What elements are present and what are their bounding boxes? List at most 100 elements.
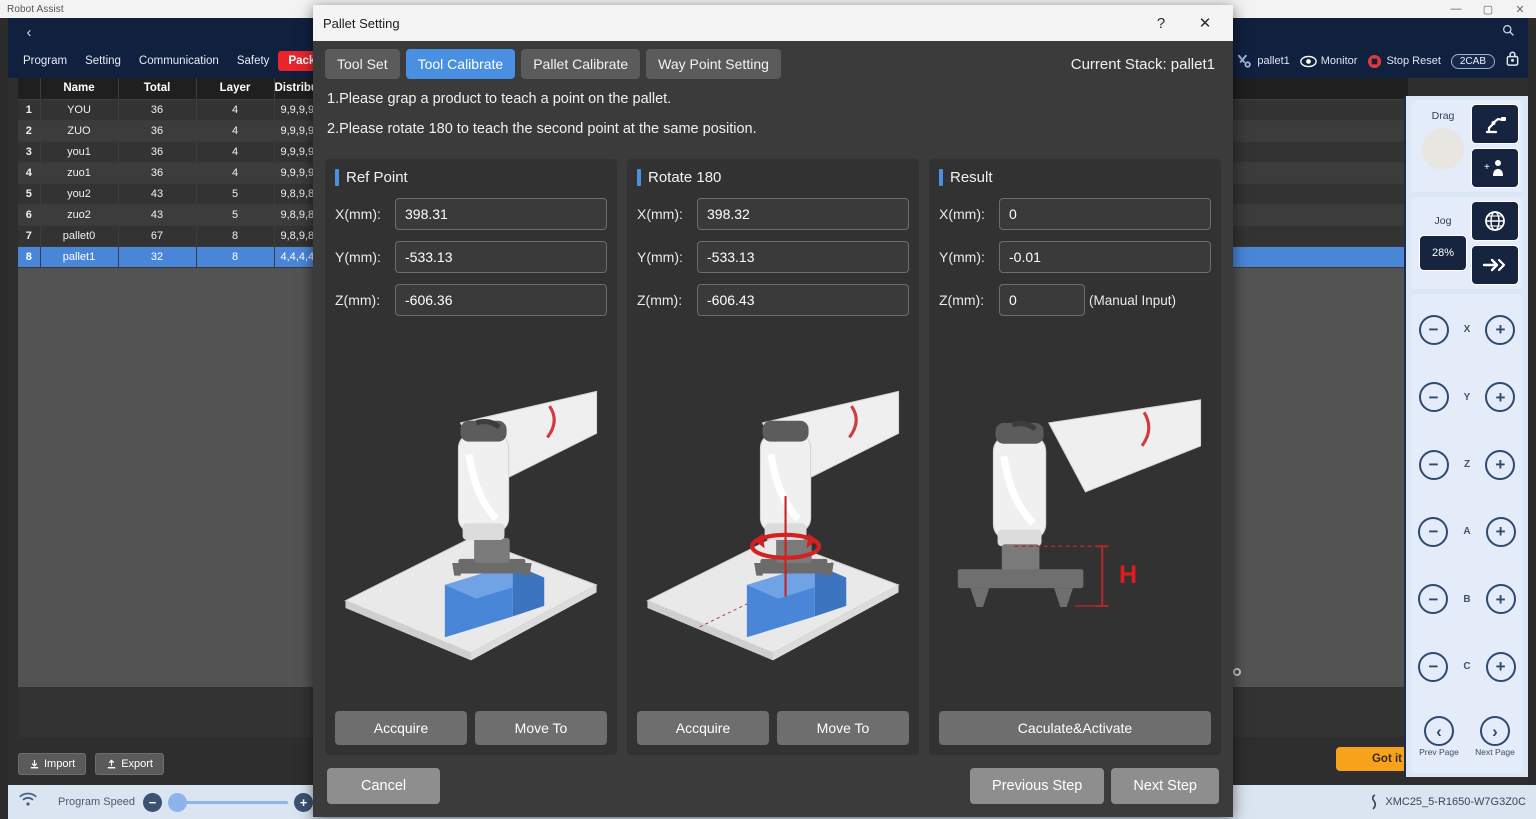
ref-acquire-button[interactable]: Accquire xyxy=(335,711,467,745)
axis-y-label: Y xyxy=(1463,391,1471,403)
axis-c-plus-button[interactable]: + xyxy=(1485,651,1516,682)
cell-name: you2 xyxy=(40,183,119,205)
menu-item-communication[interactable]: Communication xyxy=(130,52,228,70)
jog-percent-button[interactable]: 28% xyxy=(1419,235,1467,271)
field-res-x-input[interactable] xyxy=(999,198,1211,230)
globe-icon[interactable] xyxy=(1471,201,1519,241)
tool-pallet-action[interactable]: pallet1 xyxy=(1237,54,1290,68)
monitor-action[interactable]: Monitor xyxy=(1299,55,1357,68)
tab-tool-calibrate[interactable]: Tool Calibrate xyxy=(405,49,516,79)
drag-handle[interactable] xyxy=(1422,128,1464,170)
manual-input-note: (Manual Input) xyxy=(1089,292,1177,308)
axis-z-minus-button[interactable]: − xyxy=(1418,449,1449,480)
axis-x-plus-button[interactable]: + xyxy=(1485,314,1516,345)
cell-layer: 8 xyxy=(196,246,275,268)
menu-item-setting[interactable]: Setting xyxy=(76,52,130,70)
close-button[interactable]: ✕ xyxy=(1504,0,1536,18)
field-res-x-label: X(mm): xyxy=(939,206,985,222)
menu-item-safety[interactable]: Safety xyxy=(228,52,279,70)
axis-b-minus-button[interactable]: − xyxy=(1418,584,1449,615)
back-icon[interactable]: ‹ xyxy=(18,22,40,42)
speed-increase-button[interactable]: + xyxy=(294,792,314,812)
wifi-icon[interactable] xyxy=(18,792,38,812)
cancel-button[interactable]: Cancel xyxy=(327,768,441,804)
field-res-y: Y(mm): xyxy=(939,241,1211,273)
th-total[interactable]: Total xyxy=(118,78,197,100)
next-page-button[interactable]: › Next Page xyxy=(1475,716,1515,757)
cell-total: 43 xyxy=(118,183,197,205)
import-button[interactable]: Import xyxy=(18,753,87,775)
field-rot-y: Y(mm): xyxy=(637,241,909,273)
dialog-close-button[interactable]: ✕ xyxy=(1183,6,1227,40)
rotate-move-to-button[interactable]: Move To xyxy=(777,711,909,745)
field-ref-y-label: Y(mm): xyxy=(335,249,381,265)
fast-forward-icon[interactable] xyxy=(1471,245,1519,285)
dialog-help-button[interactable]: ? xyxy=(1139,6,1183,40)
minimize-button[interactable]: — xyxy=(1440,0,1472,18)
program-speed-label: Program Speed xyxy=(58,796,136,808)
axis-b-plus-button[interactable]: + xyxy=(1485,584,1516,615)
export-icon xyxy=(108,759,116,768)
cell-total: 36 xyxy=(118,141,197,163)
mode-chip[interactable]: 2CAB xyxy=(1450,53,1495,69)
stop-reset-action[interactable]: Stop Reset xyxy=(1367,54,1441,69)
axis-row-x: − X + xyxy=(1411,310,1523,350)
field-rot-z-input[interactable] xyxy=(697,284,909,316)
illustration-arm-on-pallet xyxy=(335,331,607,703)
axis-c-minus-button[interactable]: − xyxy=(1418,651,1449,682)
axis-x-minus-button[interactable]: − xyxy=(1418,314,1449,345)
th-layer[interactable]: Layer xyxy=(196,78,275,100)
calculate-activate-button[interactable]: Caculate&Activate xyxy=(939,711,1211,745)
axis-row-c: − C + xyxy=(1411,647,1523,687)
tools-icon xyxy=(1238,54,1252,68)
rotate-acquire-button[interactable]: Accquire xyxy=(637,711,769,745)
prev-page-button[interactable]: ‹ Prev Page xyxy=(1419,716,1459,757)
speed-decrease-button[interactable]: − xyxy=(143,792,163,812)
field-rot-y-input[interactable] xyxy=(697,241,909,273)
illustration-tool-height: H xyxy=(939,331,1211,703)
next-step-button[interactable]: Next Step xyxy=(1111,768,1219,804)
axis-a-minus-button[interactable]: − xyxy=(1418,516,1449,547)
ref-move-to-button[interactable]: Move To xyxy=(475,711,607,745)
cell-layer: 5 xyxy=(196,183,275,205)
panel-result-title: Result xyxy=(950,169,993,186)
pallet-setting-dialog: Pallet Setting ? ✕ Tool Set Tool Calibra… xyxy=(313,5,1233,817)
field-res-z-input[interactable] xyxy=(999,284,1085,316)
tab-way-point-setting[interactable]: Way Point Setting xyxy=(646,49,781,79)
menu-item-program[interactable]: Program xyxy=(14,52,76,70)
robot-arm-icon[interactable] xyxy=(1471,104,1519,144)
previous-step-button[interactable]: Previous Step xyxy=(970,768,1105,804)
field-ref-x-input[interactable] xyxy=(395,198,607,230)
lock-icon[interactable] xyxy=(1505,50,1520,72)
maximize-button[interactable]: ▢ xyxy=(1472,0,1504,18)
tab-tool-set[interactable]: Tool Set xyxy=(325,49,400,79)
search-icon[interactable] xyxy=(1498,21,1518,39)
axis-a-plus-button[interactable]: + xyxy=(1485,516,1516,547)
dialog-titlebar: Pallet Setting ? ✕ xyxy=(313,5,1233,41)
field-rot-x-label: X(mm): xyxy=(637,206,683,222)
field-rot-x-input[interactable] xyxy=(697,198,909,230)
axis-y-minus-button[interactable]: − xyxy=(1418,382,1449,413)
cell-layer: 4 xyxy=(196,141,275,163)
axis-row-a: − A + xyxy=(1411,512,1523,552)
svg-text:+: + xyxy=(1484,162,1490,173)
field-ref-y-input[interactable] xyxy=(395,241,607,273)
add-point-icon[interactable]: + xyxy=(1471,148,1519,188)
field-rot-z: Z(mm): xyxy=(637,284,909,316)
cell-name: you1 xyxy=(40,141,119,163)
field-res-y-input[interactable] xyxy=(999,241,1211,273)
instruction-2: 2.Please rotate 180 to teach the second … xyxy=(327,121,757,137)
panel-rotate-180: Rotate 180 X(mm): Y(mm): Z(mm): xyxy=(627,159,919,755)
cell-index: 5 xyxy=(18,183,41,205)
slider-knob[interactable] xyxy=(168,792,188,812)
axis-z-plus-button[interactable]: + xyxy=(1485,449,1516,480)
axis-y-plus-button[interactable]: + xyxy=(1485,382,1516,413)
th-index xyxy=(18,78,41,100)
export-button[interactable]: Export xyxy=(95,753,164,775)
export-label: Export xyxy=(121,758,153,770)
tab-pallet-calibrate[interactable]: Pallet Calibrate xyxy=(521,49,641,79)
program-speed-slider[interactable] xyxy=(168,792,289,812)
field-ref-z-input[interactable] xyxy=(395,284,607,316)
th-name[interactable]: Name xyxy=(40,78,119,100)
jog-label: Jog xyxy=(1434,215,1452,227)
